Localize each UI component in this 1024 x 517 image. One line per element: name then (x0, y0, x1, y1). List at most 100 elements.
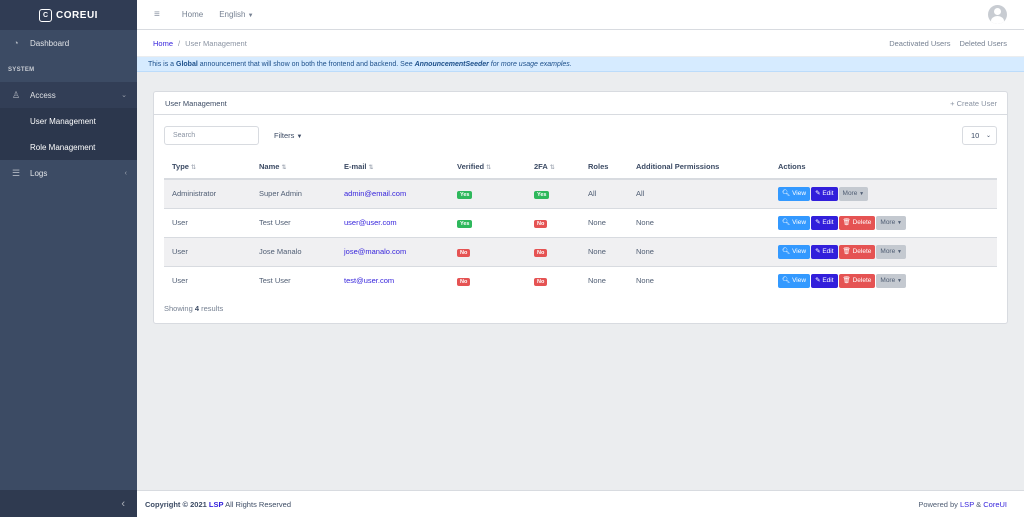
edit-button[interactable]: ✎ Edit (811, 215, 838, 230)
user-icon: ♙ (11, 89, 21, 100)
powered-amp: & (974, 499, 984, 509)
sidebar-item-user-management[interactable]: User Management (0, 108, 137, 134)
plus-icon: + (950, 98, 955, 108)
cell-roles: None (580, 207, 628, 237)
cell-actions: 🔍︎ View ✎ Edit More ▼ (770, 178, 997, 208)
column-2fa[interactable]: 2FA ⇅ (526, 154, 580, 180)
verified-badge: Yes (457, 190, 473, 199)
sidebar-item-dashboard[interactable]: ◔ Dashboard (0, 30, 137, 56)
view-button[interactable]: 🔍︎ View (778, 186, 811, 201)
delete-button[interactable]: 🗑︎ Delete (838, 215, 876, 230)
email-link[interactable]: test@user.com (344, 276, 394, 285)
cell-permissions: None (628, 236, 770, 266)
cell-roles: None (580, 265, 628, 295)
email-link[interactable]: user@user.com (344, 218, 397, 227)
column-name[interactable]: Name ⇅ (251, 154, 336, 180)
column-email[interactable]: E-mail ⇅ (336, 154, 449, 180)
2fa-badge: Yes (534, 190, 550, 199)
language-label: English (219, 10, 246, 19)
more-dropdown-button[interactable]: More ▼ (876, 273, 906, 288)
cell-verified: Yes (449, 178, 526, 208)
column-label: Actions (778, 161, 806, 171)
search-icon: 🔍︎ (782, 189, 791, 197)
deleted-users-link[interactable]: Deleted Users (959, 39, 1007, 48)
per-page-select[interactable]: 10 ⌄ (962, 126, 997, 145)
powered-coreui-link[interactable]: CoreUI (983, 500, 1007, 509)
cell-actions: 🔍︎ View ✎ Edit 🗑︎ Delete More ▼ (770, 207, 997, 237)
email-link[interactable]: jose@manalo.com (344, 247, 406, 256)
language-dropdown[interactable]: English ▼ (219, 10, 253, 19)
search-input[interactable]: Search (164, 126, 259, 145)
cell-type: User (164, 265, 251, 295)
breadcrumb-home-link[interactable]: Home (153, 39, 173, 48)
verified-badge: Yes (457, 219, 473, 228)
announcement-bold: Global (176, 60, 198, 68)
top-header: ≡ Home English ▼ (137, 0, 1024, 30)
brand-logo[interactable]: C COREUI (0, 0, 137, 30)
cell-2fa: No (526, 236, 580, 266)
delete-button[interactable]: 🗑︎ Delete (838, 273, 876, 288)
edit-button[interactable]: ✎ Edit (811, 273, 838, 288)
email-link[interactable]: admin@email.com (344, 189, 406, 198)
deactivated-users-link[interactable]: Deactivated Users (889, 39, 950, 48)
2fa-badge: No (534, 219, 548, 228)
cell-email: user@user.com (336, 207, 449, 237)
powered-by: Powered by LSP & CoreUI (918, 500, 1007, 509)
sidebar-item-role-management[interactable]: Role Management (0, 134, 137, 160)
breadcrumb: Home / User Management Deactivated Users… (137, 30, 1024, 56)
pencil-icon: ✎ (815, 276, 821, 284)
footer-brand-link[interactable]: LSP (209, 500, 224, 509)
button-label: More (880, 218, 896, 226)
2fa-badge: No (534, 248, 548, 257)
more-dropdown-button[interactable]: More ▼ (838, 186, 869, 201)
button-label: Delete (852, 276, 872, 284)
button-label: Edit (822, 276, 834, 284)
edit-button[interactable]: ✎ Edit (811, 244, 838, 259)
column-type[interactable]: Type ⇅ (164, 154, 251, 180)
verified-badge: No (457, 248, 471, 257)
trash-icon: 🗑︎ (842, 276, 851, 284)
cell-type: User (164, 236, 251, 266)
button-label: View (792, 276, 807, 284)
cell-verified: No (449, 236, 526, 266)
view-button[interactable]: 🔍︎ View (778, 244, 811, 259)
cell-email: admin@email.com (336, 178, 449, 208)
view-button[interactable]: 🔍︎ View (778, 215, 811, 230)
delete-button[interactable]: 🗑︎ Delete (838, 244, 876, 259)
more-dropdown-button[interactable]: More ▼ (876, 215, 906, 230)
cell-type: Administrator (164, 178, 251, 208)
sidebar-minimizer[interactable]: ‹ (0, 490, 137, 517)
pencil-icon: ✎ (815, 247, 821, 255)
brand-name: COREUI (56, 9, 98, 21)
2fa-badge: No (534, 277, 548, 286)
create-user-button[interactable]: + Create User (950, 99, 997, 108)
footer: Copyright © 2021 LSP All Rights Reserved… (137, 490, 1024, 517)
button-label: View (792, 247, 807, 255)
more-dropdown-button[interactable]: More ▼ (876, 244, 906, 259)
search-icon: 🔍︎ (782, 247, 791, 255)
avatar[interactable] (988, 5, 1007, 24)
sidebar-item-logs[interactable]: ☰ Logs ‹ (0, 160, 137, 186)
button-label: Delete (852, 247, 872, 255)
trash-icon: 🗑︎ (842, 218, 851, 226)
view-button[interactable]: 🔍︎ View (778, 273, 811, 288)
pencil-icon: ✎ (815, 218, 821, 226)
hamburger-menu-icon[interactable]: ≡ (154, 9, 160, 20)
column-label: Name (259, 161, 280, 171)
cell-permissions: None (628, 265, 770, 295)
powered-lsp-link[interactable]: LSP (960, 500, 974, 509)
sidebar-item-label: Dashboard (30, 38, 70, 48)
sidebar-section-title: SYSTEM (8, 67, 35, 73)
table-header-row: Type ⇅ Name ⇅ E-mail ⇅ Verified ⇅ 2FA ⇅ Roles… (164, 154, 997, 180)
global-announcement: This is a Global announcement that will … (137, 57, 1024, 72)
button-label: Edit (822, 189, 834, 197)
cell-email: test@user.com (336, 265, 449, 295)
column-verified[interactable]: Verified ⇅ (449, 154, 526, 180)
table-row: User Test User test@user.com No No None … (164, 265, 997, 295)
cell-actions: 🔍︎ View ✎ Edit 🗑︎ Delete More ▼ (770, 265, 997, 295)
edit-button[interactable]: ✎ Edit (811, 186, 838, 201)
sidebar-item-access[interactable]: ♙ Access ⌄ (0, 82, 137, 108)
header-home-link[interactable]: Home (182, 10, 203, 19)
column-label: 2FA (534, 161, 548, 171)
filters-dropdown[interactable]: Filters ▼ (274, 131, 302, 140)
